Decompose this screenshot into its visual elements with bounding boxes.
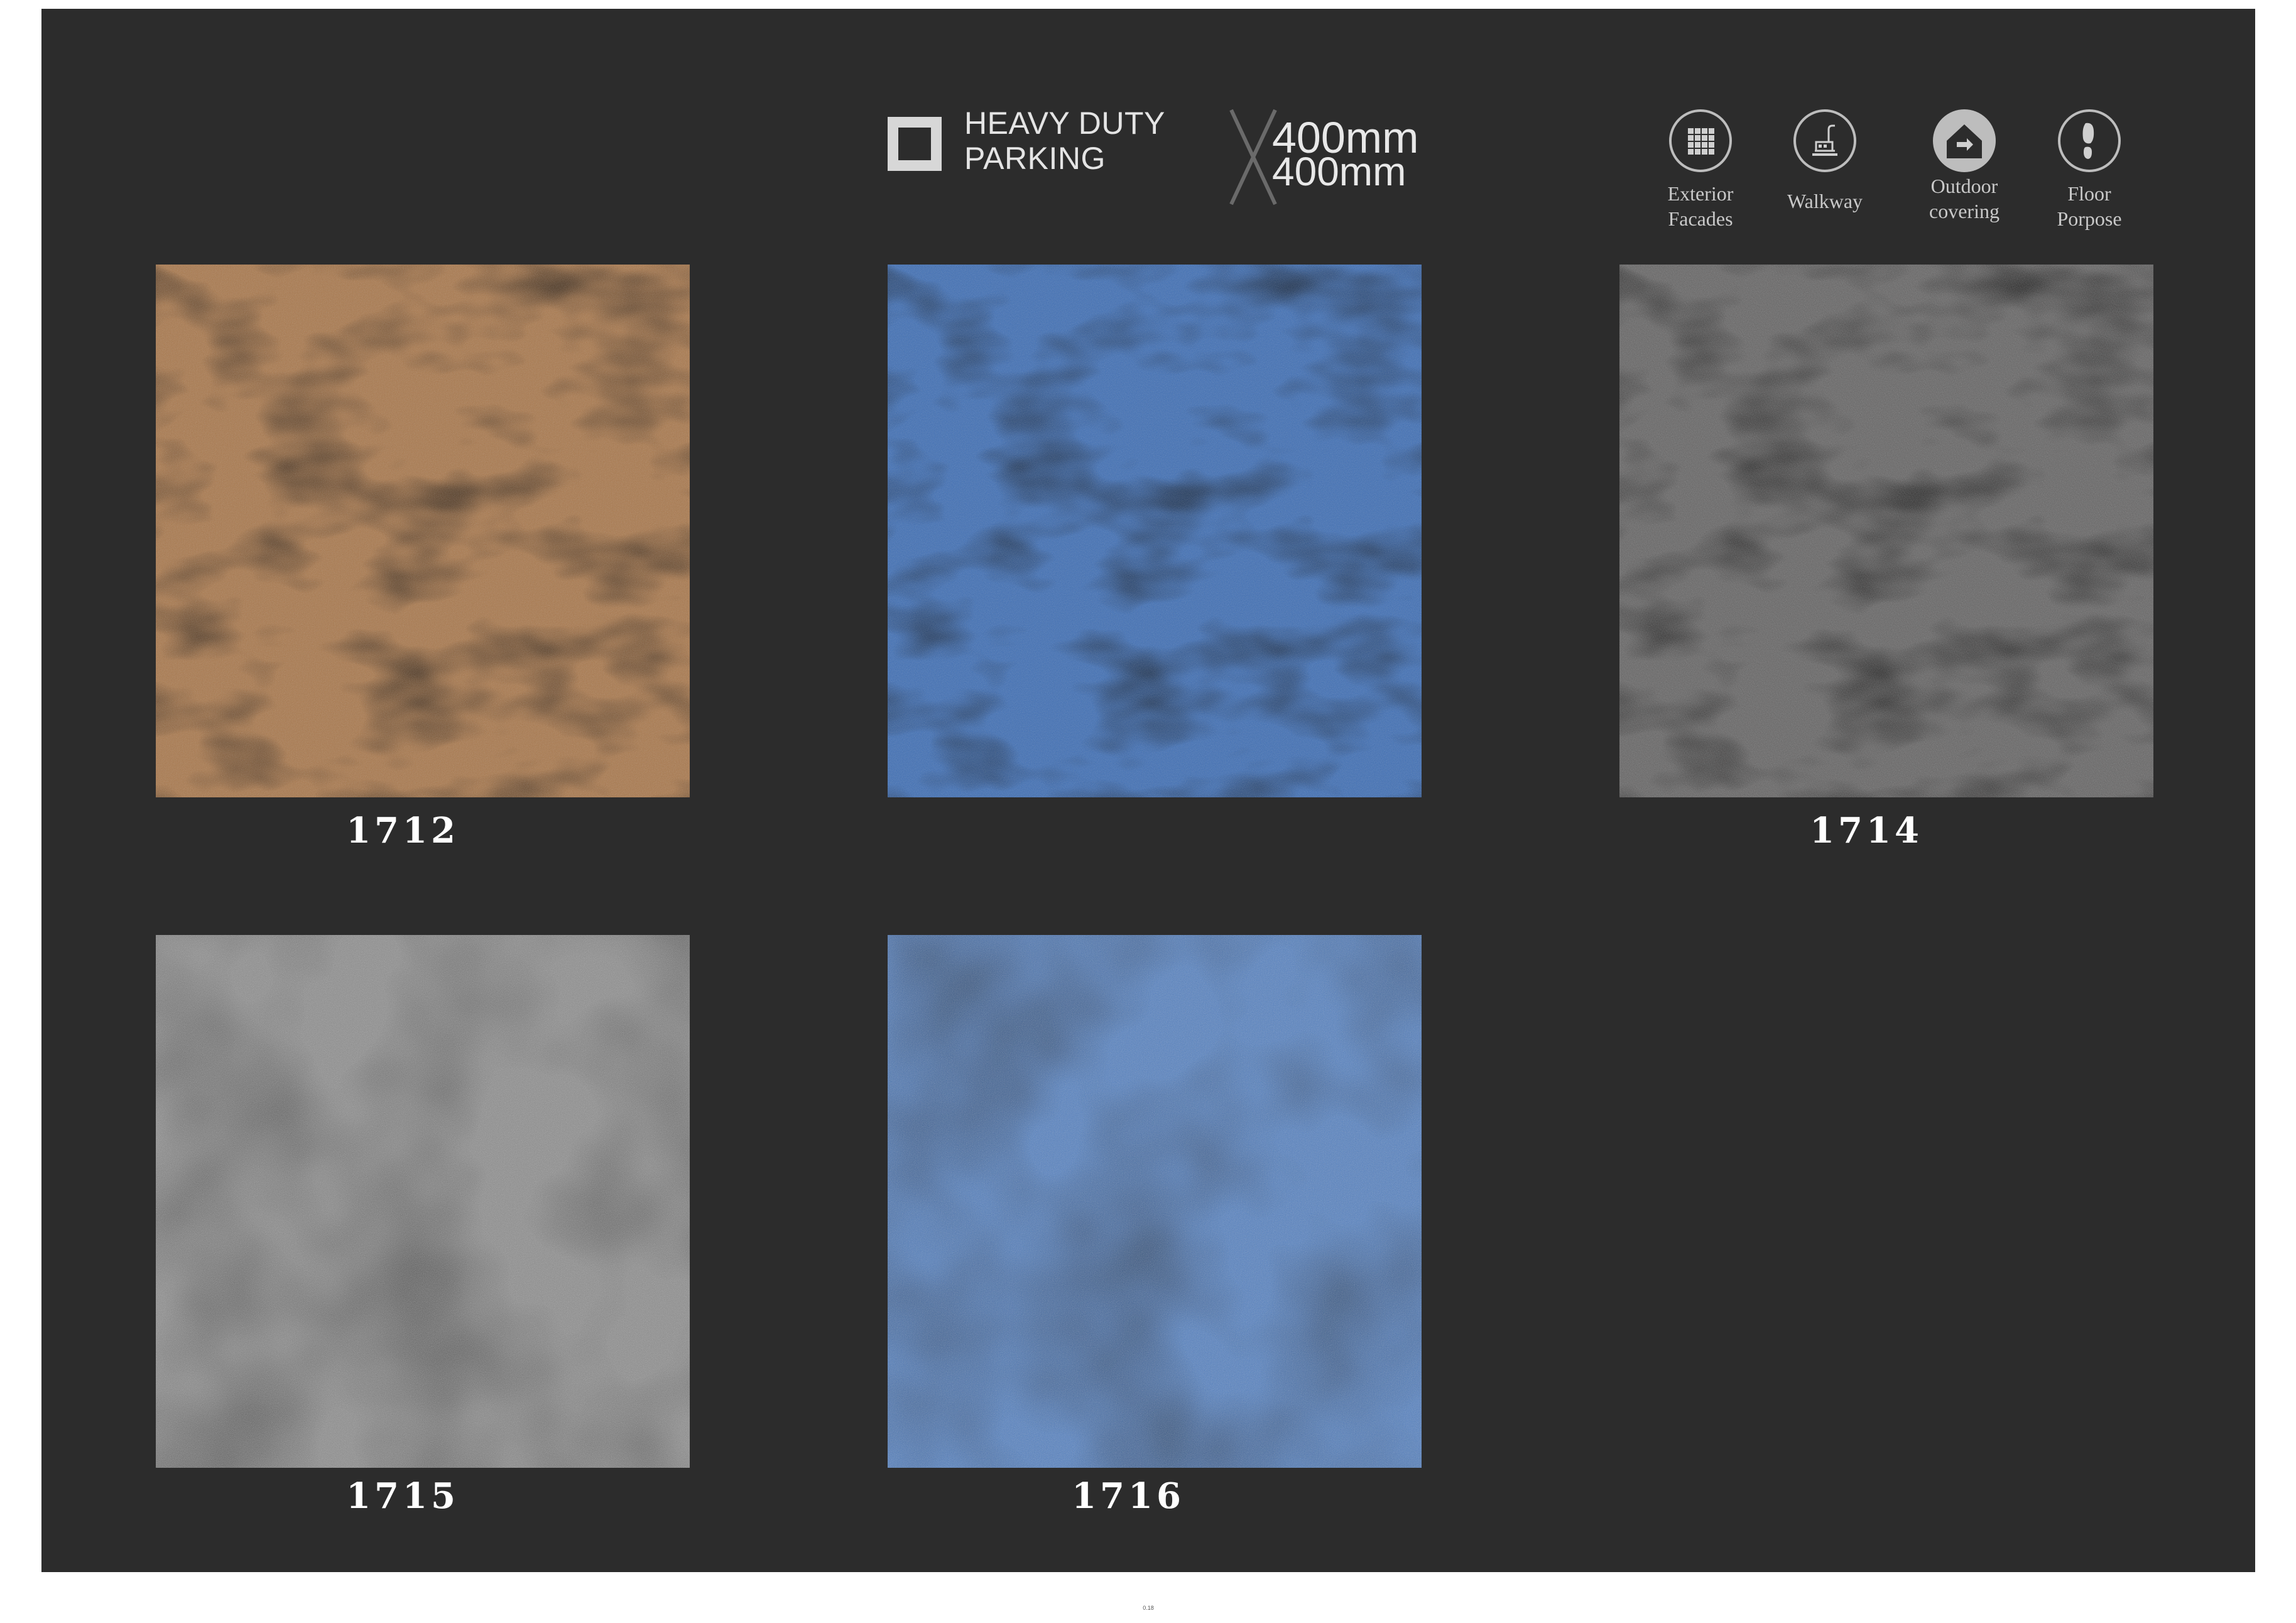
tile-code: 1712 (346, 810, 459, 851)
usage-outdoor-covering: Outdoor covering (1902, 109, 2027, 224)
usage-label: Floor Porpose (2057, 182, 2122, 230)
tile-size: 400mm 400mm (1225, 107, 1432, 207)
footprint-icon (2058, 109, 2121, 172)
category-title: HEAVY DUTY PARKING (964, 106, 1165, 176)
usage-label: Exterior Facades (1667, 182, 1734, 230)
tile-swatch-1715 (156, 935, 690, 1468)
tile-swatch-blue (888, 265, 1422, 797)
tile-swatch-1712 (156, 265, 690, 797)
tile-code: 1715 (346, 1475, 459, 1517)
tile-code: 1714 (1810, 810, 1923, 851)
grid-icon (1669, 109, 1732, 172)
usage-label: Outdoor covering (1929, 175, 1999, 222)
tile-code: 1716 (1072, 1475, 1185, 1517)
product-category: HEAVY DUTY PARKING (888, 106, 1165, 176)
usage-exterior-facades: Exterior Facades (1638, 109, 1763, 231)
page-number: 0.18 (1143, 1605, 1154, 1611)
usage-walkway: Walkway (1762, 109, 1888, 214)
size-height: 400mm (1272, 149, 1406, 194)
outdoor-house-icon (1933, 109, 1996, 172)
category-line-2: PARKING (964, 141, 1106, 176)
square-outline-icon (888, 117, 942, 171)
catalog-panel: HEAVY DUTY PARKING 400mm 400mm Exterior … (41, 9, 2255, 1572)
category-line-1: HEAVY DUTY (964, 106, 1165, 141)
tile-swatch-1716 (888, 935, 1422, 1468)
usage-label: Walkway (1787, 190, 1863, 212)
walkway-icon (1793, 109, 1856, 172)
tile-swatch-1714 (1619, 265, 2153, 797)
usage-floor-purpose: Floor Porpose (2027, 109, 2152, 231)
